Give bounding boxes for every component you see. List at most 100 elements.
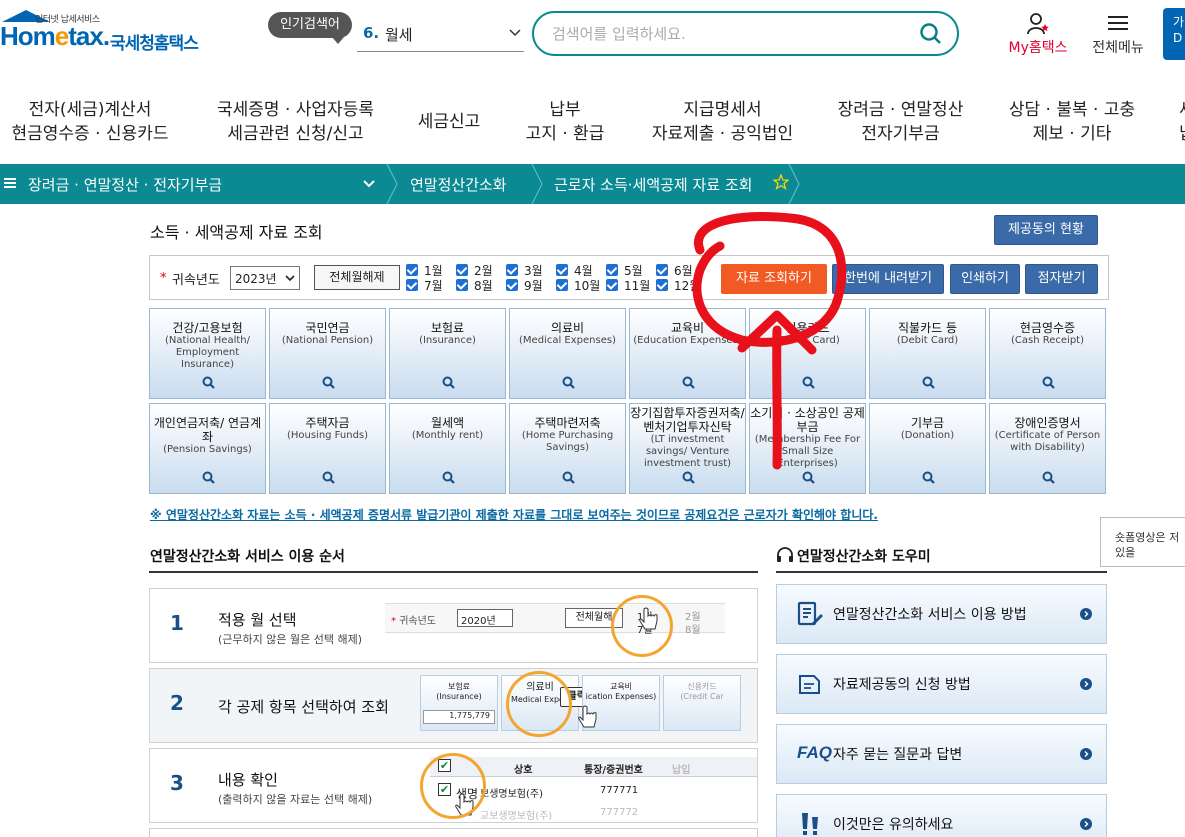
print-button[interactable]: 인쇄하기 xyxy=(950,264,1020,294)
step-subtitle: (근무하지 않은 월은 선택 해제) xyxy=(218,633,363,646)
gnb-item-einvoice[interactable]: 전자(세금)계산서 현금영수증 · 신용카드 xyxy=(0,90,180,154)
all-menu-button[interactable]: 전체메뉴 xyxy=(1086,12,1150,57)
month-checkbox-2[interactable]: 2월 xyxy=(456,264,493,278)
gnb-item-certificate[interactable]: 국세증명 · 사업자등록 세금관련 신청/신고 xyxy=(203,90,388,154)
arrow-right-circle-icon xyxy=(1080,818,1092,830)
logo-korean-name: 국세청홈택스 xyxy=(110,34,199,54)
category-card-medical[interactable]: 의료비 (Medical Expenses) xyxy=(509,308,626,399)
month-checkbox-6[interactable]: 6월 xyxy=(656,264,693,278)
help-usage-guide[interactable]: 연말정산간소화 서비스 이용 방법 xyxy=(776,584,1107,644)
gnb-item-year-end[interactable]: 장려금 · 연말정산 전자기부금 xyxy=(828,90,973,154)
popular-rank: 6. xyxy=(363,24,380,42)
search-icon xyxy=(1042,471,1055,484)
category-card-debit-card[interactable]: 직불카드 등 (Debit Card) xyxy=(869,308,986,399)
chevron-down-icon[interactable] xyxy=(362,178,376,190)
category-card-cash-receipt[interactable]: 현금영수증 (Cash Receipt) xyxy=(989,308,1106,399)
category-card-monthly-rent[interactable]: 월세액 (Monthly rent) xyxy=(389,403,506,494)
highlight-ring xyxy=(506,671,572,737)
gnb-item-payment[interactable]: 납부 고지 · 환급 xyxy=(515,90,615,154)
month-checkbox-11[interactable]: 11월 xyxy=(606,279,650,293)
logo-wordmark: Hometax. xyxy=(0,21,110,51)
category-card-disability[interactable]: 장애인증명서 (Certificate of Person with Disabi… xyxy=(989,403,1106,494)
breadcrumb-level1[interactable]: 장려금 · 연말정산 · 전자기부금 xyxy=(28,174,222,195)
hand-cursor-icon xyxy=(639,607,658,630)
month-checkboxes: 1월 2월 3월 4월 5월 6월 7월 8월 9월 10월 11월 12월 xyxy=(406,264,716,294)
section-divider xyxy=(149,571,758,573)
month-checkbox-1[interactable]: 1월 xyxy=(406,264,443,278)
my-hometax-link[interactable]: My홈택스 xyxy=(1002,12,1074,57)
help-label: 연말정산간소화 서비스 이용 방법 xyxy=(833,607,1027,623)
query-data-button[interactable]: 자료 조회하기 xyxy=(721,264,827,294)
breadcrumb-level2[interactable]: 연말정산간소화 xyxy=(410,174,507,195)
category-card-small-business[interactable]: 소기업 · 소상공인 공제부금 (Membership Fee For Small… xyxy=(749,403,866,494)
step-title: 적용 월 선택 xyxy=(218,611,297,629)
search-icon xyxy=(802,376,815,389)
side-blue-button[interactable]: 가 D xyxy=(1163,8,1185,60)
category-card-venture-investment[interactable]: 장기집합투자증권저축/ 벤처기업투자신탁 (LT investment savin… xyxy=(629,403,746,494)
category-card-housing-funds[interactable]: 주택자금 (Housing Funds) xyxy=(269,403,386,494)
month-checkbox-12[interactable]: 12월 xyxy=(656,279,700,293)
search-icon xyxy=(442,376,455,389)
category-grid: 건강/고용보험 (National Health/ Employment Insu… xyxy=(149,308,1110,496)
consent-status-button[interactable]: 제공동의 현황 xyxy=(994,215,1098,245)
hometax-logo[interactable]: 인터넷 납세서비스 Hometax. 국세청홈택스 xyxy=(0,10,215,65)
popular-search-badge: 인기검색어 xyxy=(268,12,352,44)
category-card-pension-savings[interactable]: 개인연금저축/ 연금계좌 (Pension Savings) xyxy=(149,403,266,494)
search-icon xyxy=(442,471,455,484)
section-divider xyxy=(776,571,1107,573)
step-number: 2 xyxy=(170,691,184,715)
month-checkbox-3[interactable]: 3월 xyxy=(506,264,543,278)
year-select[interactable]: 2023년 xyxy=(230,266,300,290)
year-label: 귀속년도 xyxy=(172,273,220,288)
gnb-item-counsel[interactable]: 상담 · 불복 · 고충 제보 · 기타 xyxy=(998,90,1146,154)
month-checkbox-10[interactable]: 10월 xyxy=(556,279,600,293)
category-card-health[interactable]: 건강/고용보험 (National Health/ Employment Insu… xyxy=(149,308,266,399)
month-checkbox-5[interactable]: 5월 xyxy=(606,264,643,278)
download-all-button[interactable]: 한번에 내려받기 xyxy=(832,264,944,294)
month-checkbox-8[interactable]: 8월 xyxy=(456,279,493,293)
braille-button[interactable]: 점자받기 xyxy=(1025,264,1098,294)
month-checkbox-9[interactable]: 9월 xyxy=(506,279,543,293)
release-all-months-button[interactable]: 전체월해제 xyxy=(314,265,400,290)
step1-illustration: * 귀속년도 2020년 전체월해 1월 7월 2월 8월 xyxy=(385,595,725,657)
document-edit-icon xyxy=(797,601,823,626)
breadcrumb-separator-icon xyxy=(788,164,800,204)
search-icon xyxy=(562,471,575,484)
gnb-item-statement[interactable]: 지급명세서 자료제출 · 공익법인 xyxy=(640,90,805,154)
gnb-item-tax-return[interactable]: 세금신고 xyxy=(410,90,488,154)
category-card-home-savings[interactable]: 주택마련저축 (Home Purchasing Savings) xyxy=(509,403,626,494)
gnb-item-more[interactable]: 세납 xyxy=(1172,90,1185,154)
page-title: 소득 · 세액공제 자료 조회 xyxy=(150,223,323,242)
category-card-pension[interactable]: 국민연금 (National Pension) xyxy=(269,308,386,399)
checkbox-checked-icon xyxy=(656,279,668,291)
search-icon xyxy=(202,471,215,484)
chevron-down-icon xyxy=(509,29,521,37)
help-label: 자주 묻는 질문과 답변 xyxy=(833,747,963,763)
document-icon xyxy=(799,675,820,694)
checkbox-checked-icon xyxy=(606,264,618,276)
shortform-tooltip: 숏폼영상은 저 있을 xyxy=(1100,517,1185,567)
search-icon[interactable] xyxy=(919,22,943,46)
category-card-credit-card[interactable]: 신용카드 (Credit Card) xyxy=(749,308,866,399)
help-faq[interactable]: FAQ 자주 묻는 질문과 답변 xyxy=(776,724,1107,784)
search-icon xyxy=(322,376,335,389)
search-input[interactable] xyxy=(552,22,892,46)
month-checkbox-7[interactable]: 7월 xyxy=(406,279,443,293)
category-card-education[interactable]: 교육비 (Education Expenses) xyxy=(629,308,746,399)
checkbox-checked-icon xyxy=(506,279,518,291)
all-menu-label: 전체메뉴 xyxy=(1092,40,1144,56)
search-icon xyxy=(922,376,935,389)
exclamation-icon xyxy=(802,813,818,835)
popular-search-select[interactable]: 6. 월세 xyxy=(357,16,524,52)
checkbox-checked-icon xyxy=(556,264,568,276)
month-checkbox-4[interactable]: 4월 xyxy=(556,264,593,278)
step-card-2: 2 각 공제 항목 선택하여 조회 보험료 (Insurance) 1,775,7… xyxy=(149,668,758,743)
list-menu-icon[interactable] xyxy=(4,177,16,189)
notice-link[interactable]: ※ 연말정산간소화 자료는 소득 · 세액공제 증명서류 발급기관이 제출한 자… xyxy=(150,506,878,523)
help-caution[interactable]: 이것만은 유의하세요 xyxy=(776,794,1107,837)
search-icon xyxy=(682,376,695,389)
favorite-star-icon[interactable] xyxy=(773,174,789,190)
category-card-insurance[interactable]: 보험료 (Insurance) xyxy=(389,308,506,399)
help-consent-guide[interactable]: 자료제공동의 신청 방법 xyxy=(776,654,1107,714)
category-card-donation[interactable]: 기부금 (Donation) xyxy=(869,403,986,494)
